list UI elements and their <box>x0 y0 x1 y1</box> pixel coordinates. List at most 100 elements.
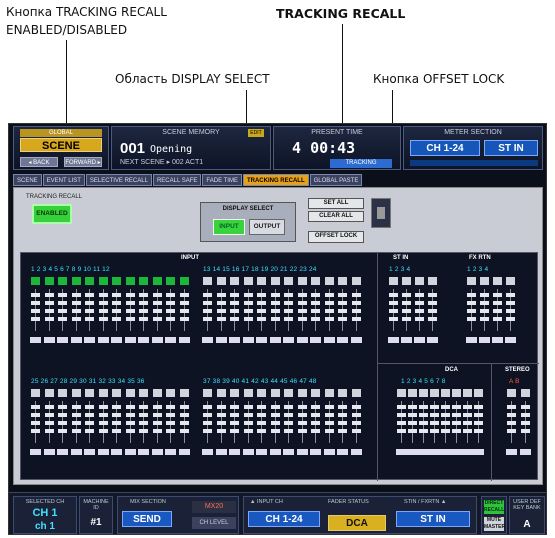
fader-knob[interactable] <box>389 301 398 305</box>
fader-knob[interactable] <box>506 293 515 297</box>
fader-knob[interactable] <box>351 317 361 321</box>
fader-knob[interactable] <box>284 421 293 425</box>
fader-knob[interactable] <box>474 429 483 433</box>
fader-strip[interactable] <box>84 277 95 345</box>
fader-knob[interactable] <box>243 293 253 297</box>
fader-knob[interactable] <box>297 421 307 425</box>
channel-select-key[interactable] <box>152 389 162 397</box>
fader-knob[interactable] <box>125 301 135 305</box>
channel-select-key[interactable] <box>98 277 108 285</box>
meter-st-in-button[interactable]: ST IN <box>484 140 538 156</box>
fader-knob[interactable] <box>58 317 67 321</box>
fader-knob[interactable] <box>152 293 162 297</box>
channel-select-key[interactable] <box>179 389 189 397</box>
fader-knob[interactable] <box>324 301 334 305</box>
channel-select-key[interactable] <box>139 389 148 397</box>
fader-strip[interactable] <box>462 389 473 457</box>
fader-knob[interactable] <box>311 421 320 425</box>
fader-knob[interactable] <box>166 413 175 417</box>
fader-knob[interactable] <box>297 293 307 297</box>
fader-knob[interactable] <box>243 309 253 313</box>
channel-select-key[interactable] <box>351 277 361 285</box>
fader-knob[interactable] <box>243 301 253 305</box>
fader-knob[interactable] <box>507 413 516 417</box>
channel-select-key[interactable] <box>85 277 94 285</box>
fader-knob[interactable] <box>415 317 424 321</box>
fader-knob[interactable] <box>284 293 293 297</box>
fader-knob[interactable] <box>480 317 489 321</box>
fader-knob[interactable] <box>230 421 239 425</box>
fader-knob[interactable] <box>297 301 307 305</box>
fader-knob[interactable] <box>216 413 226 417</box>
fader-strip[interactable] <box>440 389 451 457</box>
fader-knob[interactable] <box>139 301 148 305</box>
channel-select-key[interactable] <box>216 277 226 285</box>
fader-knob[interactable] <box>338 429 347 433</box>
fader-knob[interactable] <box>338 413 347 417</box>
fader-knob[interactable] <box>311 293 320 297</box>
fader-knob[interactable] <box>402 317 411 321</box>
fader-knob[interactable] <box>85 293 94 297</box>
fader-knob[interactable] <box>58 413 67 417</box>
fader-knob[interactable] <box>284 413 293 417</box>
fader-knob[interactable] <box>389 309 398 313</box>
fader-strip[interactable] <box>414 277 425 345</box>
fader-knob[interactable] <box>230 309 239 313</box>
fader-knob[interactable] <box>324 429 334 433</box>
fader-knob[interactable] <box>152 317 162 321</box>
fader-knob[interactable] <box>125 293 135 297</box>
fader-knob[interactable] <box>152 405 162 409</box>
fader-strip[interactable] <box>350 277 362 345</box>
fader-knob[interactable] <box>419 405 428 409</box>
fader-knob[interactable] <box>257 301 266 305</box>
fader-knob[interactable] <box>44 421 54 425</box>
fader-knob[interactable] <box>428 293 437 297</box>
fader-knob[interactable] <box>166 429 175 433</box>
fader-knob[interactable] <box>257 429 266 433</box>
channel-select-key[interactable] <box>166 277 175 285</box>
fader-strip[interactable] <box>57 277 68 345</box>
fader-knob[interactable] <box>463 429 472 433</box>
fader-knob[interactable] <box>44 405 54 409</box>
fader-knob[interactable] <box>402 301 411 305</box>
fader-strip[interactable] <box>388 277 399 345</box>
tab-event-list[interactable]: EVENT LIST <box>42 174 85 186</box>
fader-knob[interactable] <box>467 301 476 305</box>
fader-strip[interactable] <box>337 389 348 457</box>
fader-knob[interactable] <box>428 309 437 313</box>
channel-select-key[interactable] <box>112 277 121 285</box>
fader-knob[interactable] <box>85 309 94 313</box>
fader-knob[interactable] <box>243 413 253 417</box>
fader-knob[interactable] <box>284 429 293 433</box>
fader-knob[interactable] <box>507 405 516 409</box>
fader-knob[interactable] <box>139 309 148 313</box>
fader-knob[interactable] <box>139 405 148 409</box>
fader-knob[interactable] <box>507 421 516 425</box>
fader-strip[interactable] <box>70 277 82 345</box>
fader-strip[interactable] <box>283 389 294 457</box>
back-button[interactable]: ◂ BACK <box>20 157 58 167</box>
channel-select-key[interactable] <box>203 389 212 397</box>
channel-select-key[interactable] <box>480 277 489 285</box>
fader-knob[interactable] <box>463 421 472 425</box>
channel-select-key[interactable] <box>419 389 428 397</box>
fader-knob[interactable] <box>415 309 424 313</box>
fader-knob[interactable] <box>257 405 266 409</box>
channel-select-key[interactable] <box>58 277 67 285</box>
fader-knob[interactable] <box>44 413 54 417</box>
channel-select-key[interactable] <box>311 389 320 397</box>
fader-knob[interactable] <box>125 309 135 313</box>
fader-strip[interactable] <box>283 277 294 345</box>
fader-strip[interactable] <box>492 277 503 345</box>
fader-knob[interactable] <box>112 429 121 433</box>
fader-knob[interactable] <box>402 293 411 297</box>
fader-strip[interactable] <box>429 389 440 457</box>
fader-knob[interactable] <box>98 293 108 297</box>
fader-knob[interactable] <box>152 429 162 433</box>
fader-knob[interactable] <box>71 301 81 305</box>
fader-strip[interactable] <box>473 389 484 457</box>
fader-knob[interactable] <box>474 413 483 417</box>
fader-knob[interactable] <box>270 405 280 409</box>
fader-knob[interactable] <box>125 405 135 409</box>
fader-knob[interactable] <box>284 317 293 321</box>
